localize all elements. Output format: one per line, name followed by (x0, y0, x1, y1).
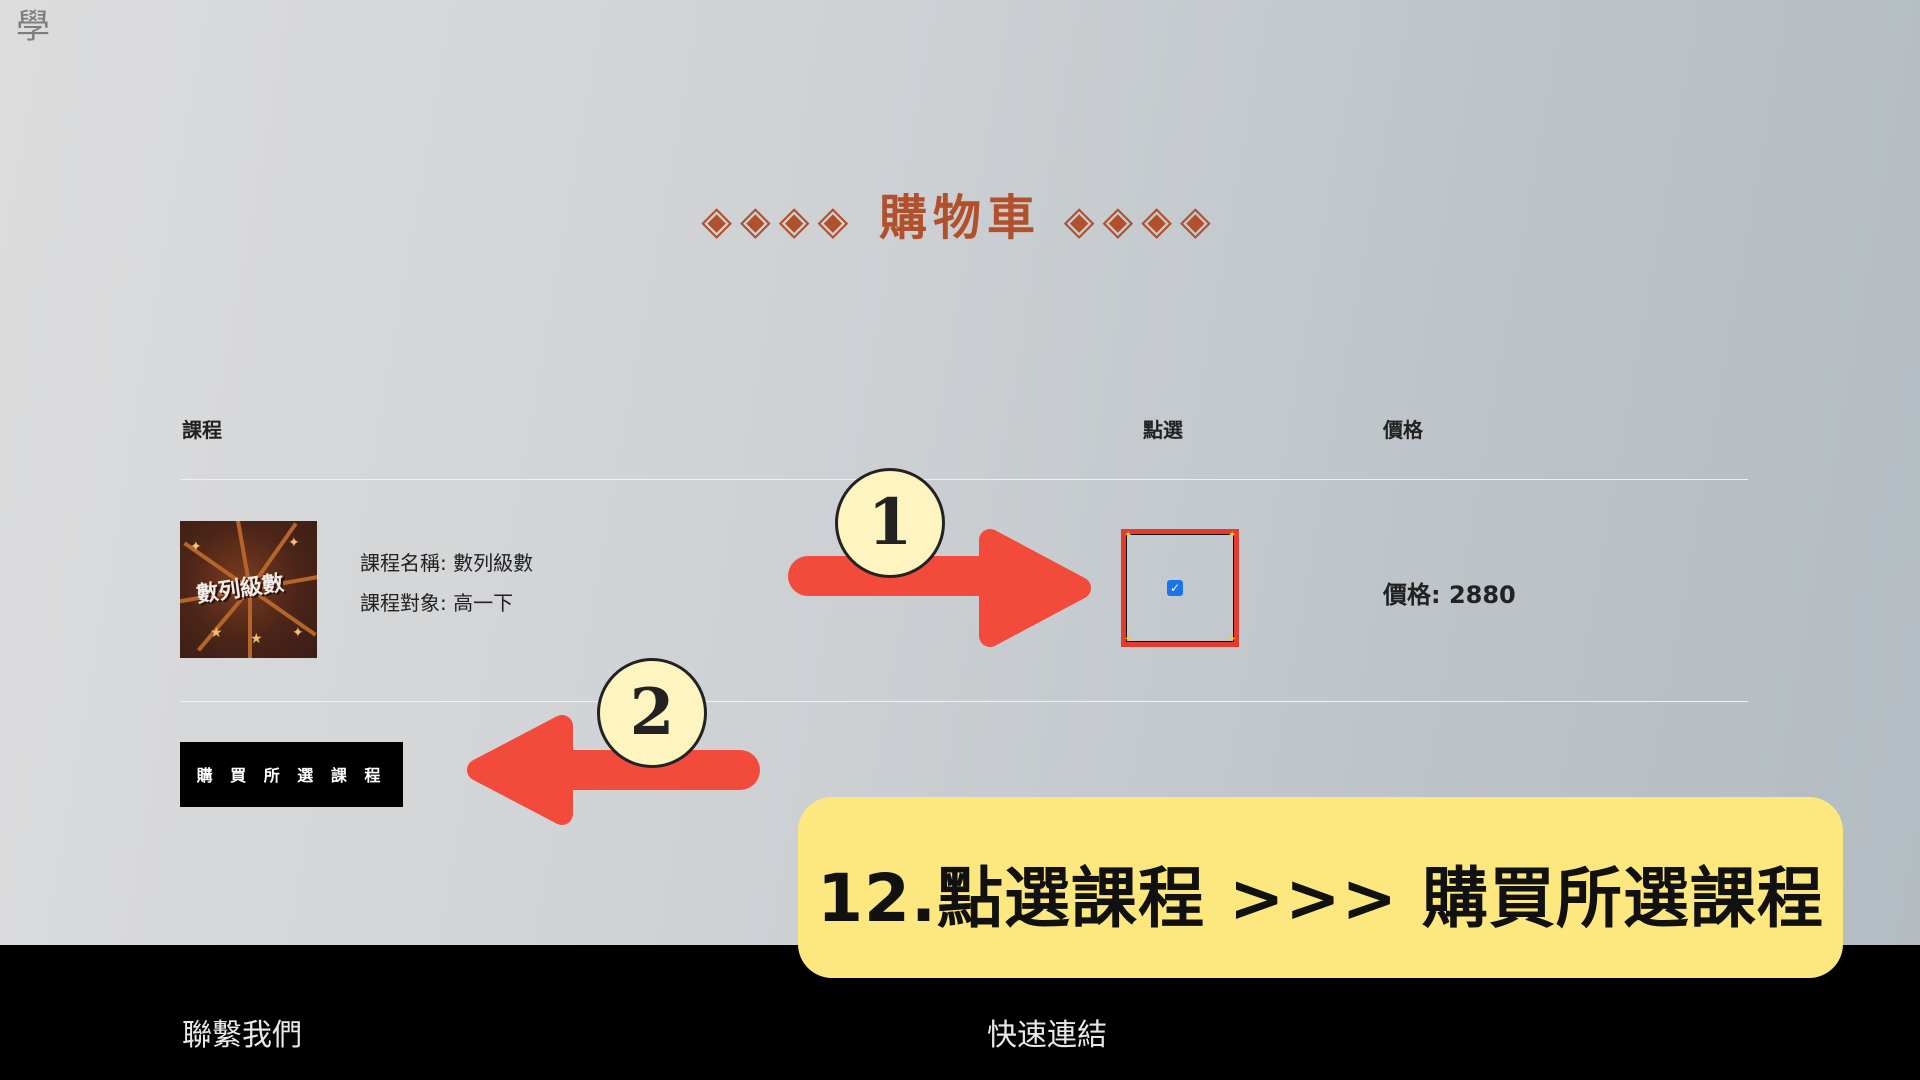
instruction-callout: 12.點選課程 >>> 購買所選課程 (798, 797, 1843, 978)
instruction-callout-text: 12.點選課程 >>> 購買所選課程 (817, 860, 1824, 937)
step-badge-2: 2 (597, 658, 707, 768)
step-badge-1: 1 (835, 468, 945, 578)
footer-quick-links-heading: 快速連結 (987, 1018, 1107, 1053)
footer-contact-heading: 聯繫我們 (182, 1018, 302, 1053)
